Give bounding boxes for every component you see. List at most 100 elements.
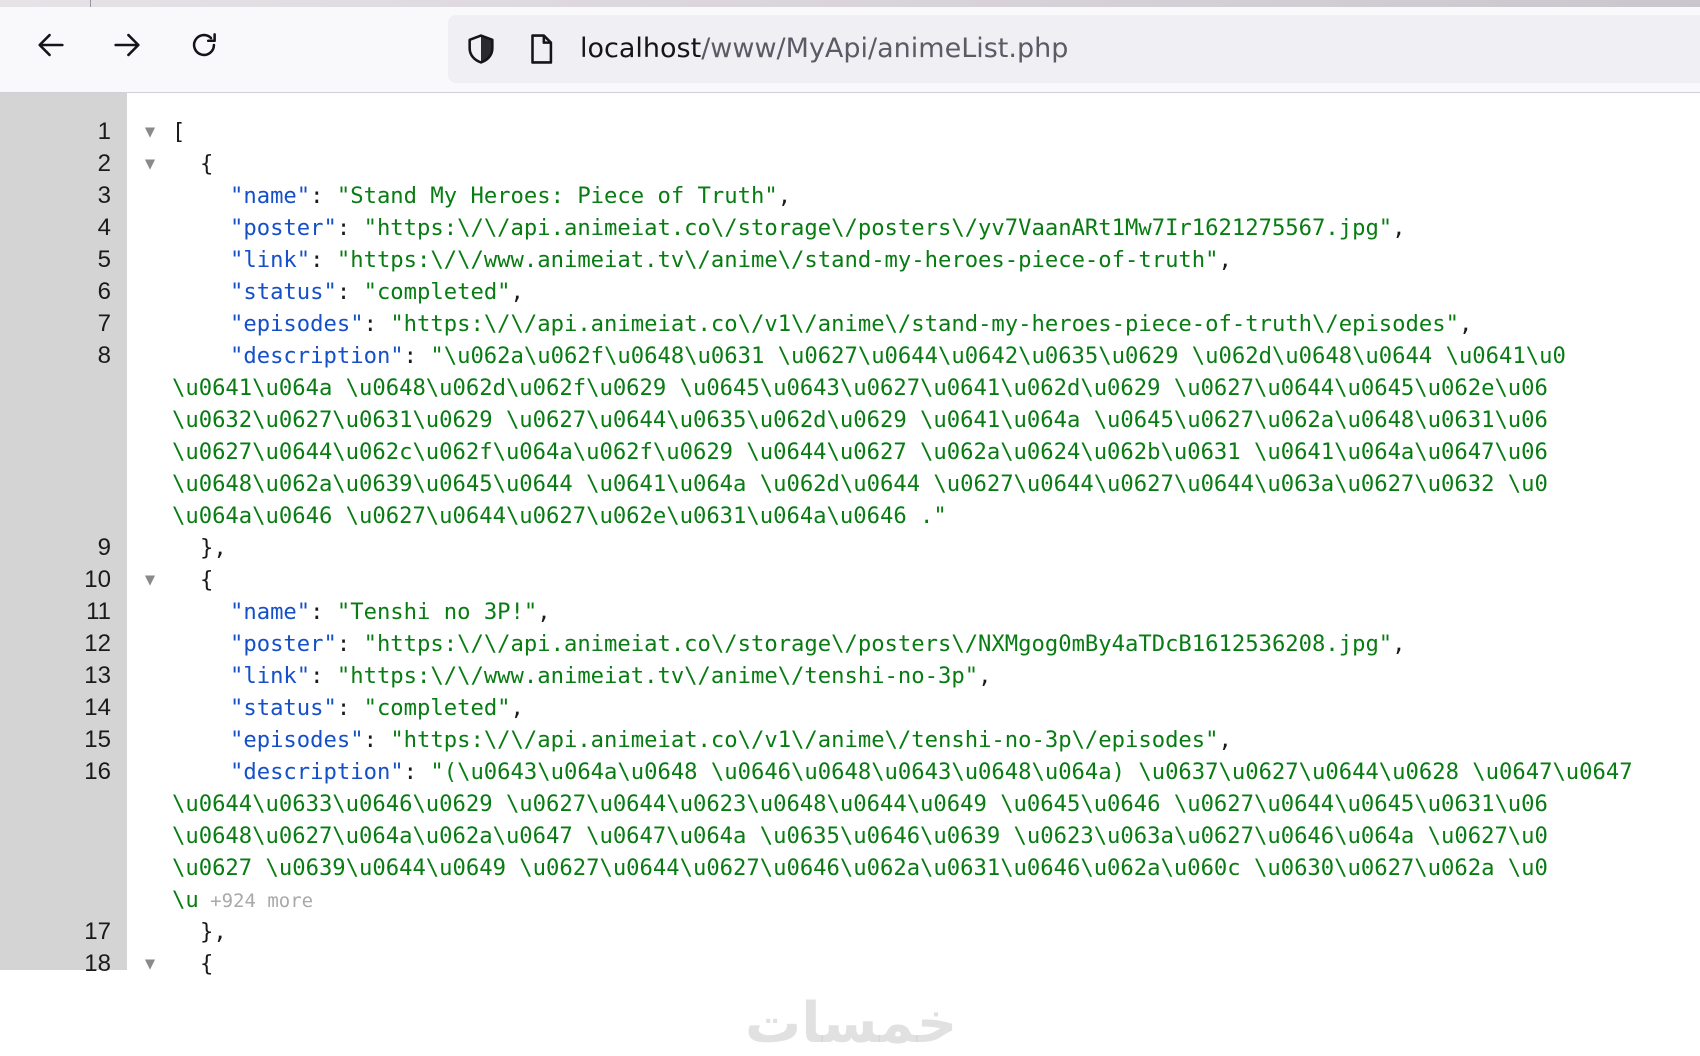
collapse-toggle-icon[interactable]: ▼ bbox=[141, 564, 159, 596]
code-line: \u064a\u0646 \u0627\u0644\u0627\u062e\u0… bbox=[0, 500, 1700, 532]
json-key: "status" bbox=[230, 279, 337, 305]
json-string-value: "https:\/\/www.animeiat.tv\/anime\/tensh… bbox=[336, 663, 979, 689]
json-string-value: "https:\/\/www.animeiat.tv\/anime\/stand… bbox=[336, 247, 1219, 273]
line-number: 16 bbox=[84, 758, 111, 785]
json-viewer: 1 ▼ [2 ▼ {3 "name": "Stand My Heroes: Piece o… bbox=[0, 93, 1700, 1056]
code-line: 8 "description": "\u062a\u062f\u0648\u063… bbox=[0, 340, 1700, 372]
collapse-toggle-icon[interactable]: ▼ bbox=[141, 148, 159, 180]
url-text[interactable]: localhost/www/MyApi/animeList.php bbox=[580, 31, 1068, 67]
json-comma: , bbox=[1218, 247, 1232, 273]
expand-more-link[interactable]: +924 more bbox=[210, 890, 313, 912]
line-content: "name": "Tenshi no 3P!", bbox=[172, 596, 551, 628]
json-colon: : bbox=[363, 311, 391, 337]
reload-icon bbox=[192, 33, 216, 57]
json-key: "name" bbox=[230, 183, 311, 209]
json-key: "description" bbox=[230, 759, 404, 785]
url-path: /www/MyApi/animeList.php bbox=[701, 33, 1069, 64]
code-line: 13 "link": "https:\/\/www.animeiat.tv\/an… bbox=[0, 660, 1700, 692]
json-comma: , bbox=[1218, 727, 1232, 753]
line-number: 5 bbox=[97, 246, 111, 273]
json-key: "link" bbox=[230, 663, 311, 689]
address-bar[interactable]: localhost/www/MyApi/animeList.php bbox=[448, 15, 1700, 83]
code-line: \u0641\u064a \u0648\u062d\u062f\u0629 \u… bbox=[0, 372, 1700, 404]
reload-button[interactable] bbox=[180, 21, 228, 69]
code-line: 9}, bbox=[0, 532, 1700, 564]
json-key: "episodes" bbox=[230, 311, 364, 337]
line-content: \u0627 \u0639\u0644\u0649 \u0627\u0644\u… bbox=[172, 852, 1548, 884]
line-content: "link": "https:\/\/www.animeiat.tv\/anim… bbox=[172, 660, 991, 692]
line-content: "poster": "https:\/\/api.animeiat.co\/st… bbox=[172, 628, 1406, 660]
json-key: "description" bbox=[230, 343, 404, 369]
json-string-value: "\u062a\u062f\u0648\u0631 \u0627\u0644\u… bbox=[430, 343, 1566, 369]
line-number: 10 bbox=[84, 566, 111, 593]
line-number: 12 bbox=[84, 630, 111, 657]
line-content: { bbox=[172, 148, 213, 180]
code-line: 15 "episodes": "https:\/\/api.animeiat.co… bbox=[0, 724, 1700, 756]
json-bracket: [ bbox=[172, 119, 186, 145]
collapse-toggle-icon[interactable]: ▼ bbox=[141, 116, 159, 148]
code-line: 18 ▼ { bbox=[0, 948, 1700, 980]
line-number: 8 bbox=[97, 342, 111, 369]
arrow-left-icon bbox=[38, 33, 64, 57]
json-string-continuation: \u0627\u0644\u062c\u062f\u064a\u062f\u06… bbox=[172, 439, 1548, 465]
line-content: [ bbox=[172, 116, 185, 148]
json-bracket: }, bbox=[200, 919, 227, 945]
line-number: 7 bbox=[97, 310, 111, 337]
code-line: 17}, bbox=[0, 916, 1700, 948]
json-comma: , bbox=[537, 599, 551, 625]
code-line: 11 "name": "Tenshi no 3P!", bbox=[0, 596, 1700, 628]
code-line: 4 "poster": "https:\/\/api.animeiat.co\/s… bbox=[0, 212, 1700, 244]
forward-button[interactable] bbox=[103, 21, 151, 69]
url-host: localhost bbox=[580, 33, 702, 64]
json-colon: : bbox=[310, 663, 337, 689]
json-string-continuation: \u0648\u0627\u064a\u062a\u0647 \u0647\u0… bbox=[172, 823, 1548, 849]
line-content: { bbox=[172, 948, 213, 980]
line-number: 9 bbox=[97, 534, 111, 561]
json-comma: , bbox=[510, 695, 524, 721]
json-string-value: "completed" bbox=[363, 695, 511, 721]
line-number: 3 bbox=[97, 182, 111, 209]
line-number: 15 bbox=[84, 726, 111, 753]
line-content: "episodes": "https:\/\/api.animeiat.co\/… bbox=[172, 308, 1472, 340]
json-colon: : bbox=[403, 343, 431, 369]
json-string-continuation: \u0641\u064a \u0648\u062d\u062f\u0629 \u… bbox=[172, 375, 1548, 401]
page-icon[interactable] bbox=[524, 32, 558, 66]
line-content: "status": "completed", bbox=[172, 276, 524, 308]
json-colon: : bbox=[310, 247, 337, 273]
json-colon: : bbox=[336, 631, 364, 657]
line-content: { bbox=[172, 564, 213, 596]
line-content: }, bbox=[172, 532, 227, 564]
code-line: 7 "episodes": "https:\/\/api.animeiat.co\… bbox=[0, 308, 1700, 340]
json-comma: , bbox=[510, 279, 524, 305]
browser-toolbar: localhost/www/MyApi/animeList.php bbox=[0, 7, 1700, 93]
json-bracket: { bbox=[200, 951, 214, 977]
line-number: 4 bbox=[97, 214, 111, 241]
back-button[interactable] bbox=[27, 21, 75, 69]
line-number: 6 bbox=[97, 278, 111, 305]
json-string-continuation: \u0644\u0633\u0646\u0629 \u0627\u0644\u0… bbox=[172, 791, 1548, 817]
line-content: \u0648\u0627\u064a\u062a\u0647 \u0647\u0… bbox=[172, 820, 1548, 852]
json-comma: , bbox=[1458, 311, 1473, 337]
arrow-right-icon bbox=[114, 33, 140, 57]
line-number: 18 bbox=[84, 950, 111, 977]
line-content: \u0641\u064a \u0648\u062d\u062f\u0629 \u… bbox=[172, 372, 1548, 404]
json-string-value: "Stand My Heroes: Piece of Truth" bbox=[336, 183, 778, 209]
json-colon: : bbox=[310, 599, 337, 625]
tab-divider bbox=[90, 0, 91, 7]
watermark-logo: خمسات bbox=[745, 991, 958, 1056]
json-key: "name" bbox=[230, 599, 311, 625]
json-comma: , bbox=[777, 183, 792, 209]
shield-icon[interactable] bbox=[464, 32, 498, 66]
json-key: "poster" bbox=[230, 215, 337, 241]
line-number: 1 bbox=[97, 118, 111, 145]
json-colon: : bbox=[336, 279, 364, 305]
line-number: 2 bbox=[97, 150, 111, 177]
json-key: "status" bbox=[230, 695, 337, 721]
line-number: 14 bbox=[84, 694, 111, 721]
line-content: }, bbox=[172, 916, 227, 948]
tab-strip bbox=[0, 0, 1700, 7]
code-line: \u +924 more bbox=[0, 884, 1700, 916]
line-content: "episodes": "https:\/\/api.animeiat.co\/… bbox=[172, 724, 1232, 756]
collapse-toggle-icon[interactable]: ▼ bbox=[141, 948, 159, 980]
json-bracket: }, bbox=[200, 535, 227, 561]
